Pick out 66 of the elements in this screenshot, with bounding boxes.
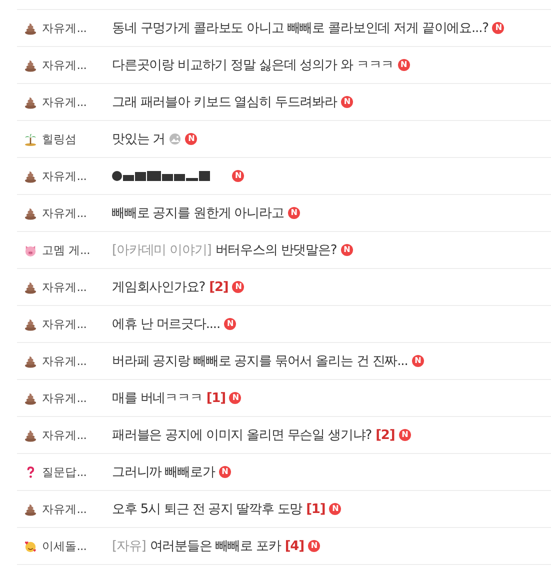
board-name[interactable]: 고멤 게... (42, 242, 90, 258)
board-name[interactable]: 자유게... (42, 206, 87, 220)
new-badge: N (340, 244, 353, 256)
palm-tree-icon (24, 132, 37, 146)
post-title[interactable]: 에휴 난 머르긋다.... (112, 315, 220, 333)
new-badge: N (340, 96, 353, 108)
post-title[interactable]: 여러분들은 빼빼로 포카 (150, 537, 281, 555)
post-title[interactable]: 그러니까 빼빼로가 (112, 463, 215, 481)
post-title[interactable]: 맛있는 거 (112, 130, 166, 148)
comment-count: [2] (209, 280, 228, 294)
post-title[interactable]: 그래 패러블아 키보드 열심히 두드려봐라 (112, 93, 337, 111)
new-badge: N (308, 540, 320, 552)
poop-icon (24, 96, 37, 108)
category-label: [자유] (112, 538, 146, 555)
new-badge: N (398, 59, 410, 71)
poop-icon (24, 170, 37, 182)
category-label: [아카데미 이야기] (112, 242, 212, 259)
new-badge: N (185, 133, 198, 145)
post-title[interactable]: 빼빼로 공지를 원한게 아니라고 (112, 204, 284, 222)
board-name[interactable]: 자유게... (42, 316, 87, 332)
new-badge: N (398, 429, 411, 441)
new-badge: N (232, 281, 244, 293)
board-name[interactable]: 자유게... (42, 20, 87, 36)
comment-count: [1] (206, 390, 226, 406)
post-title[interactable]: 매를 버네ㅋㅋㅋ (112, 389, 202, 407)
board-name[interactable]: 이세돌... (42, 538, 87, 554)
new-badge: N (329, 503, 342, 515)
board-name[interactable]: 자유게... (42, 354, 87, 368)
board-name[interactable]: 질문답... (42, 464, 87, 480)
board-name[interactable]: 자유게... (42, 502, 87, 516)
pig-face-icon (24, 244, 37, 256)
poop-icon (24, 354, 37, 368)
new-badge: N (232, 170, 244, 182)
poop-icon (24, 280, 37, 294)
post-title[interactable]: 동네 구멍가게 콜라보도 아니고 빼빼로 콜라보인데 저게 끝이에요...? (112, 19, 488, 37)
image-icon (169, 133, 182, 145)
post-title[interactable]: 게임회사인가요? (112, 278, 206, 296)
poop-icon (24, 502, 37, 516)
board-name[interactable]: 자유게... (42, 94, 87, 110)
post-title[interactable]: 오후 5시 퇴근 전 공지 딸깍후 도망 (112, 500, 302, 518)
smiling-face-with-hearts-icon (24, 540, 37, 552)
comment-count: [4] (284, 538, 304, 554)
board-name[interactable]: 자유게... (42, 428, 87, 442)
poop-icon (24, 22, 37, 34)
comment-count: [1] (306, 502, 326, 516)
board-name[interactable]: 자유게... (42, 168, 87, 184)
comment-count: [2] (376, 428, 395, 442)
new-badge: N (218, 466, 231, 478)
new-badge: N (229, 392, 242, 404)
board-name[interactable]: 힐링섬 (42, 132, 77, 146)
new-badge: N (224, 318, 236, 330)
board-name[interactable]: 자유게... (42, 280, 87, 294)
board-name[interactable]: 자유게... (42, 390, 87, 406)
new-badge: N (412, 355, 424, 367)
board-name[interactable]: 자유게... (42, 58, 87, 72)
post-title[interactable]: 버라페 공지랑 빼빼로 공지를 묶어서 올리는 건 진짜... (112, 352, 408, 370)
post-title[interactable]: 패러블은 공지에 이미지 올리면 무슨일 생기냐? (112, 426, 372, 444)
new-badge: N (288, 207, 300, 219)
poop-icon (24, 392, 37, 404)
poop-icon (24, 206, 37, 220)
post-title[interactable]: 다른곳이랑 비교하기 정말 싫은데 성의가 와 ㅋㅋㅋ (112, 56, 394, 74)
new-badge: N (492, 22, 504, 34)
poop-icon (24, 318, 37, 330)
poop-icon (24, 428, 37, 442)
poop-icon (24, 58, 37, 72)
post-title[interactable]: 버터우스의 반댓말은? (215, 241, 337, 259)
